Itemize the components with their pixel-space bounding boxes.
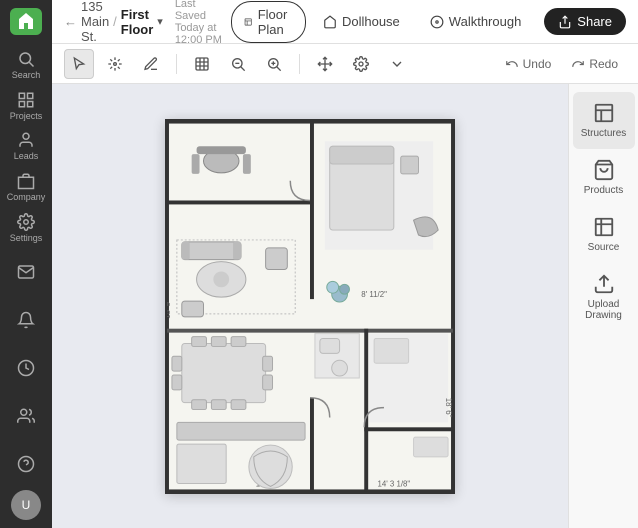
content-area: 18' 1" 14' 3 1/8" 18' 6" 15' 9" 8' 11/2" <box>52 84 638 528</box>
share-button[interactable]: Share <box>544 8 626 35</box>
separator-2 <box>299 54 300 74</box>
saved-status: Last Saved Today at 12:00 PM <box>175 0 224 46</box>
sidebar-item-settings[interactable]: Settings <box>4 209 48 246</box>
panel-item-products[interactable]: Products <box>573 149 635 206</box>
topbar: ← 135 Main St. / First Floor ▾ Last Save… <box>52 0 638 44</box>
floor-plan-svg: 18' 1" 14' 3 1/8" 18' 6" 15' 9" 8' 11/2" <box>165 119 455 494</box>
svg-text:18' 6": 18' 6" <box>444 397 453 417</box>
breadcrumb-dropdown[interactable]: ▾ <box>157 15 163 28</box>
breadcrumb: ← 135 Main St. / First Floor ▾ <box>64 0 163 44</box>
sidebar-item-projects[interactable]: Projects <box>4 87 48 124</box>
tab-dollhouse[interactable]: Dollhouse <box>310 8 413 35</box>
sidebar-item-company[interactable]: Company <box>4 169 48 206</box>
sidebar-item-leads[interactable]: Leads <box>4 128 48 165</box>
separator-1 <box>176 54 177 74</box>
right-panel: Structures Products Source Upload Drawin… <box>568 84 638 528</box>
tool-dropdown[interactable] <box>382 49 412 79</box>
sidebar-item-clock[interactable] <box>4 346 48 390</box>
tool-select[interactable] <box>64 49 94 79</box>
tab-floor-plan[interactable]: Floor Plan <box>231 1 306 43</box>
sidebar-item-search[interactable]: Search <box>4 47 48 84</box>
sidebar-item-person2[interactable] <box>4 394 48 438</box>
tab-walkthrough[interactable]: Walkthrough <box>417 8 535 35</box>
panel-item-structures[interactable]: Structures <box>573 92 635 149</box>
tool-draw[interactable] <box>136 49 166 79</box>
tool-zoom-out[interactable] <box>223 49 253 79</box>
panel-item-source[interactable]: Source <box>573 206 635 263</box>
sidebar-bottom: U <box>4 250 48 520</box>
avatar[interactable]: U <box>11 490 41 520</box>
tool-detect[interactable] <box>187 49 217 79</box>
back-button[interactable]: ← <box>64 14 77 29</box>
tool-zoom-in[interactable] <box>259 49 289 79</box>
nav-tabs: Floor Plan Dollhouse Walkthrough Share <box>231 1 626 43</box>
sidebar-item-mail[interactable] <box>4 250 48 294</box>
panel-item-upload[interactable]: Upload Drawing <box>573 263 635 331</box>
logo[interactable] <box>10 8 42 35</box>
tool-pan[interactable] <box>310 49 340 79</box>
tool-settings2[interactable] <box>346 49 376 79</box>
breadcrumb-parent: 135 Main St. <box>81 0 109 44</box>
undo-button[interactable]: Undo <box>497 53 560 75</box>
toolbar: Undo Redo <box>52 44 638 84</box>
svg-text:14' 3 1/8": 14' 3 1/8" <box>377 479 410 488</box>
canvas[interactable]: 18' 1" 14' 3 1/8" 18' 6" 15' 9" 8' 11/2" <box>52 84 568 528</box>
breadcrumb-current: First Floor <box>121 7 153 37</box>
svg-text:8' 11/2": 8' 11/2" <box>361 290 387 299</box>
tool-annotate[interactable] <box>100 49 130 79</box>
sidebar: Search Projects Leads Company Settings <box>0 0 52 528</box>
sidebar-item-bell[interactable] <box>4 298 48 342</box>
redo-button[interactable]: Redo <box>563 53 626 75</box>
sidebar-item-help[interactable] <box>4 442 48 486</box>
toolbar-right: Undo Redo <box>497 53 626 75</box>
main-area: ← 135 Main St. / First Floor ▾ Last Save… <box>52 0 638 528</box>
breadcrumb-separator: / <box>113 14 117 29</box>
svg-text:15' 9": 15' 9" <box>165 298 172 318</box>
